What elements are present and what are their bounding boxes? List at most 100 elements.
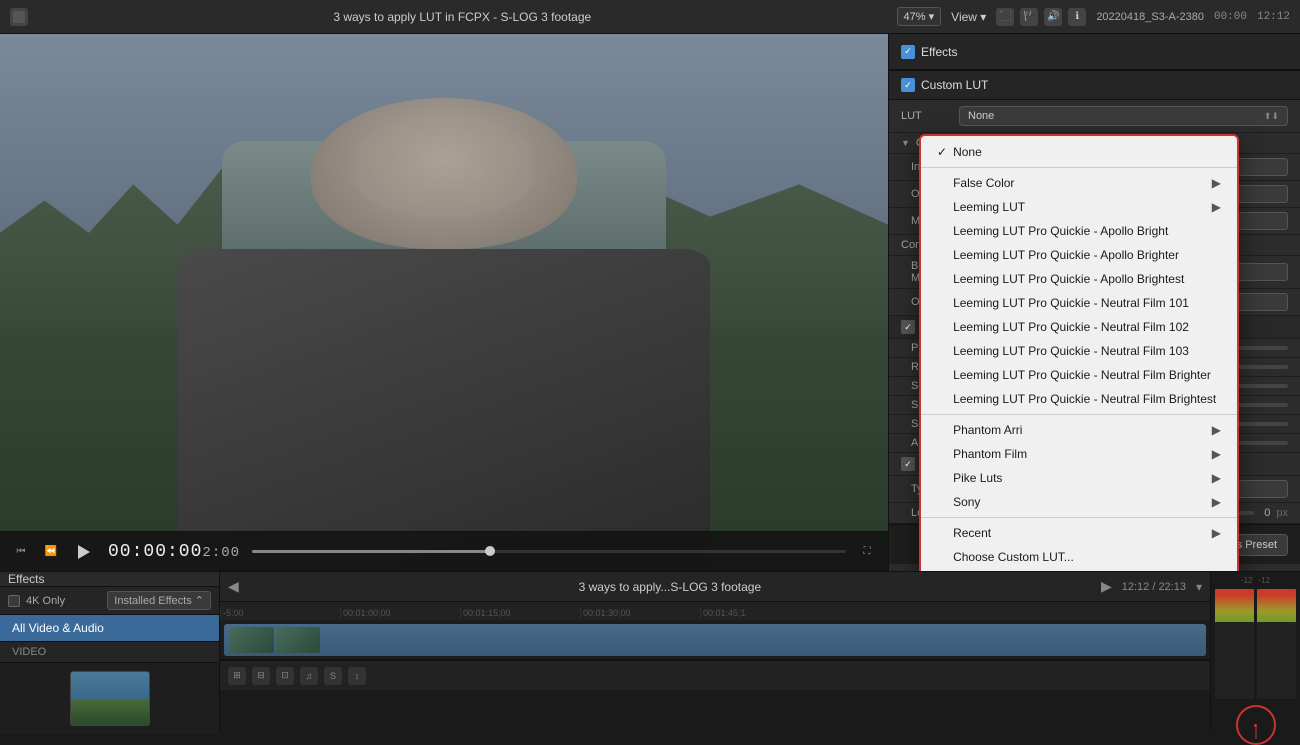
ruler-mark-2: 00:01:15;00 [460, 608, 580, 618]
menu-item-apollo-brighter-label: Leeming LUT Pro Quickie - Apollo Brighte… [953, 248, 1221, 262]
play-button[interactable] [72, 540, 96, 564]
timeline-nav-prev[interactable]: ◀ [228, 578, 239, 595]
lut-label: LUT [901, 110, 951, 122]
meter-label-left: -12 [1241, 576, 1253, 585]
ruler-mark-1: 00:01:00;00 [340, 608, 460, 618]
rewind-icon[interactable]: ⏪ [42, 543, 60, 561]
lut-dropdown-button[interactable]: None ⬆⬇ [959, 106, 1288, 126]
timeline-area: Effects 4K Only Installed Effects ⌃ All … [0, 571, 1300, 731]
menu-item-recent[interactable]: ✓ Recent ▶ [921, 521, 1237, 545]
audio-meters: -12 -12 [1210, 572, 1300, 731]
menu-item-phantom-film[interactable]: ✓ Phantom Film ▶ [921, 442, 1237, 466]
menu-item-false-color-label: False Color [953, 176, 1204, 190]
menu-item-phantom-arri[interactable]: ✓ Phantom Arri ▶ [921, 418, 1237, 442]
progress-thumb [485, 546, 495, 556]
dropdown-arrows-icon: ⬆⬇ [1264, 111, 1279, 122]
audio-icon[interactable]: 🔊 [1044, 8, 1062, 26]
menu-item-leeming-lut-label: Leeming LUT [953, 200, 1204, 214]
menu-item-false-color[interactable]: ✓ False Color ▶ [921, 171, 1237, 195]
meter-bar-left [1215, 589, 1254, 699]
timeline-nav-next[interactable]: ▶ [1101, 578, 1112, 595]
spacer-icon: ✓ [937, 176, 947, 190]
meter-label-right: -12 [1259, 576, 1271, 585]
menu-item-none-label: None [953, 145, 1221, 159]
separator-1 [921, 167, 1237, 168]
ruler-mark-0: -5:00 [220, 608, 340, 618]
menu-item-pike-luts-label: Pike Luts [953, 471, 1204, 485]
view-button[interactable]: View ▾ [951, 10, 986, 24]
menu-item-neutral-102[interactable]: ✓ Leeming LUT Pro Quickie - Neutral Film… [921, 315, 1237, 339]
convert-arrow-icon[interactable]: ▼ [901, 138, 910, 148]
timeline-title: 3 ways to apply...S-LOG 3 footage [245, 580, 1095, 594]
timeline-zoom-out-icon[interactable]: ⊟ [252, 667, 270, 685]
top-bar-right: 47% ▾ View ▾ ⬛ 🏴 🔊 ℹ 20220418_S3-A-2380 … [897, 7, 1290, 26]
lut-selected-value: None [968, 110, 994, 122]
ruler-mark-4: 00:01:45;1 [700, 608, 820, 618]
meter-bar-right [1257, 589, 1296, 699]
skip-back-icon[interactable]: ⏮ [12, 543, 30, 561]
timeline-zoom-in-icon[interactable]: ⊞ [228, 667, 246, 685]
progress-bar[interactable] [252, 550, 846, 553]
menu-item-neutral-brighter[interactable]: ✓ Leeming LUT Pro Quickie - Neutral Film… [921, 363, 1237, 387]
fullscreen-icon[interactable]: ⛶ [858, 543, 876, 561]
submenu-arrow-phantom-film: ▶ [1212, 447, 1221, 461]
clip-block[interactable] [224, 624, 1206, 656]
menu-item-apollo-bright[interactable]: ✓ Leeming LUT Pro Quickie - Apollo Brigh… [921, 219, 1237, 243]
project-title: 3 ways to apply LUT in FCPX - S-LOG 3 fo… [38, 10, 887, 24]
crop-checkbox[interactable]: ✓ [901, 457, 915, 471]
menu-item-leeming-lut[interactable]: ✓ Leeming LUT ▶ [921, 195, 1237, 219]
timeline-expand-icon[interactable]: ↕ [348, 667, 366, 685]
menu-item-choose-custom-label: Choose Custom LUT... [953, 550, 1221, 564]
video-frame [0, 34, 888, 571]
clip-thumbnail-2 [276, 627, 320, 653]
flag-icon[interactable]: 🏴 [1020, 8, 1038, 26]
menu-item-neutral-brightest[interactable]: ✓ Leeming LUT Pro Quickie - Neutral Film… [921, 387, 1237, 411]
transform-checkbox[interactable]: ✓ [901, 320, 915, 334]
info-icon[interactable]: ℹ [1068, 8, 1086, 26]
menu-item-apollo-brightest[interactable]: ✓ Leeming LUT Pro Quickie - Apollo Brigh… [921, 267, 1237, 291]
playback-bar: ⏮ ⏪ 00:00:002:00 ⛶ [0, 531, 888, 571]
4k-only-checkbox[interactable] [8, 595, 20, 607]
app-icon [10, 8, 28, 26]
effects-sidebar-title: Effects [8, 572, 44, 586]
menu-item-phantom-arri-label: Phantom Arri [953, 423, 1204, 437]
checkmark-icon: ✓ [937, 145, 947, 159]
menu-item-none[interactable]: ✓ None [921, 140, 1237, 164]
timeline-solo-icon[interactable]: S [324, 667, 342, 685]
meter-bars [1215, 589, 1296, 699]
menu-item-neutral-101[interactable]: ✓ Leeming LUT Pro Quickie - Neutral Film… [921, 291, 1237, 315]
meter-level-left [1215, 622, 1254, 699]
playback-timecode: 00:00:002:00 [108, 542, 240, 562]
export-icon[interactable]: ⬛ [996, 8, 1014, 26]
lut-dropdown-container: None ⬆⬇ ✓ None ✓ False Color ▶ [959, 106, 1288, 126]
menu-item-pike-luts[interactable]: ✓ Pike Luts ▶ [921, 466, 1237, 490]
menu-item-neutral-103[interactable]: ✓ Leeming LUT Pro Quickie - Neutral Film… [921, 339, 1237, 363]
meter-level-right [1257, 622, 1296, 699]
timeline-audio-icon[interactable]: ♫ [300, 667, 318, 685]
left-unit: px [1276, 507, 1288, 519]
submenu-arrow-sony: ▶ [1212, 495, 1221, 509]
effects-checkbox[interactable]: ✓ [901, 45, 915, 59]
timeline-dropdown-icon[interactable]: ▾ [1196, 580, 1202, 594]
installed-effects-button[interactable]: Installed Effects ⌃ [107, 591, 211, 610]
zoom-level[interactable]: 47% ▾ [897, 7, 942, 26]
right-panel: ✓ Effects ✓ Custom LUT LUT None ⬆⬇ ✓ [888, 34, 1300, 571]
effects-filter-row: 4K Only Installed Effects ⌃ [0, 587, 219, 615]
menu-item-choose-custom[interactable]: ✓ Choose Custom LUT... [921, 545, 1237, 569]
custom-lut-header: ✓ Custom LUT [889, 70, 1300, 100]
menu-item-apollo-brighter[interactable]: ✓ Leeming LUT Pro Quickie - Apollo Brigh… [921, 243, 1237, 267]
spacer-icon-2: ✓ [937, 200, 947, 214]
custom-lut-title: Custom LUT [921, 78, 988, 92]
custom-lut-checkbox[interactable]: ✓ [901, 78, 915, 92]
nav-item-video: VIDEO [0, 642, 219, 663]
main-area: ⏮ ⏪ 00:00:002:00 ⛶ ✓ Effects ✓ Custom LU… [0, 34, 1300, 571]
clock-center [1254, 724, 1257, 727]
clock-area [1236, 705, 1276, 745]
effects-sidebar-header: Effects [0, 572, 219, 587]
timeline-fit-icon[interactable]: ⊡ [276, 667, 294, 685]
toolbar-icons: ⬛ 🏴 🔊 ℹ [996, 8, 1086, 26]
menu-item-sony[interactable]: ✓ Sony ▶ [921, 490, 1237, 514]
4k-only-label: 4K Only [26, 595, 65, 607]
nav-item-all-video-audio[interactable]: All Video & Audio [0, 615, 219, 642]
menu-item-phantom-film-label: Phantom Film [953, 447, 1204, 461]
